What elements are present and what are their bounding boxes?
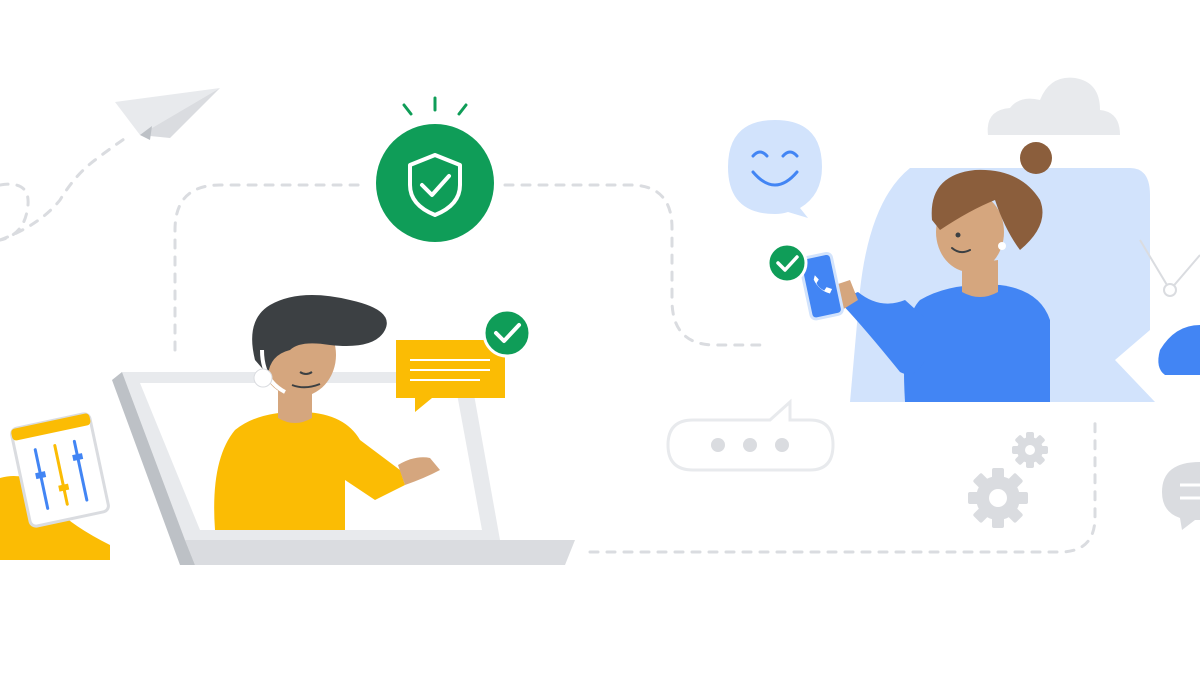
gear-icon-small [1012, 432, 1048, 468]
sliders-tablet [0, 412, 110, 560]
gear-icon [968, 468, 1028, 528]
paper-plane-icon [115, 88, 220, 140]
illustration-canvas [0, 0, 1200, 675]
shield-check-icon [376, 96, 494, 242]
checkmark-icon [482, 308, 532, 358]
smiley-face-icon [728, 120, 822, 218]
grey-chat-bubble-icon [1162, 462, 1200, 530]
cloud-icon [987, 77, 1120, 135]
blue-chat-bubble-icon [1158, 325, 1200, 375]
typing-bubble-icon [666, 398, 835, 472]
illustration [0, 77, 1200, 565]
checkmark-icon-phone [766, 242, 808, 284]
